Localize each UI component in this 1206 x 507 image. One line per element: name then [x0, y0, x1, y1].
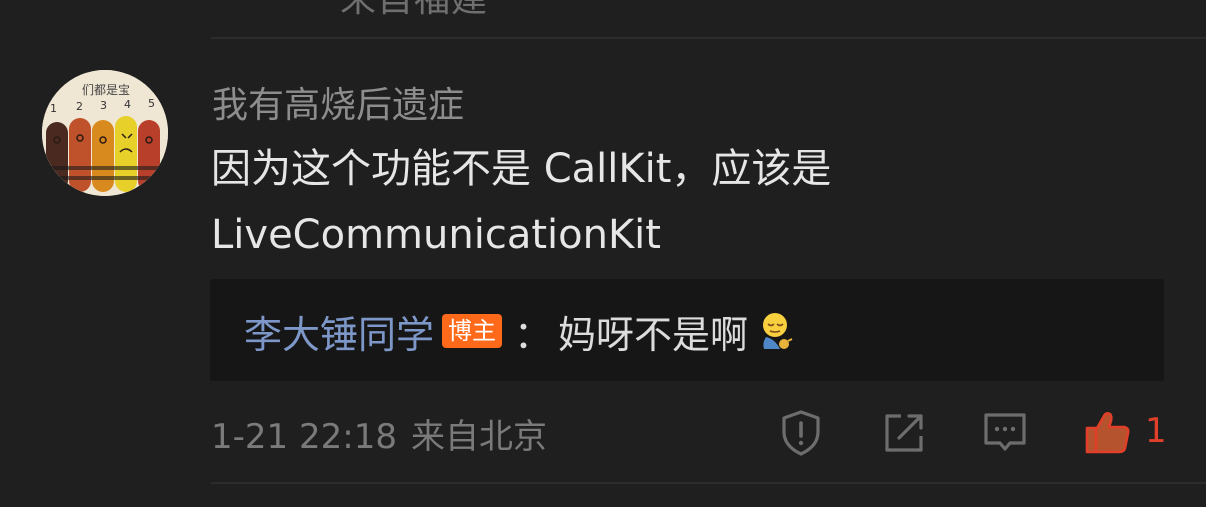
comment-thread: 来自福建 们都是宝 1 2 3 4 5 [0, 0, 1206, 507]
avatar-number: 1 [50, 102, 57, 115]
avatar-number: 3 [100, 99, 107, 112]
thumbs-up-icon[interactable] [1082, 406, 1134, 458]
reply-author[interactable]: 李大锤同学 [244, 304, 434, 359]
avatar-number: 2 [76, 100, 83, 113]
comment-icon[interactable] [984, 0, 1030, 6]
divider-top [211, 37, 1206, 39]
comment-meta: 1-21 22:18 来自北京 [211, 409, 547, 458]
avatar-number: 5 [148, 97, 155, 110]
username[interactable]: 我有高烧后遗症 [212, 76, 464, 128]
reply-preview[interactable]: 李大锤同学 博主 ： 妈呀不是啊 [210, 279, 1164, 381]
comment-icon[interactable] [979, 406, 1031, 458]
comment-location: 来自北京 [410, 417, 547, 457]
thumbs-up-icon[interactable] [1084, 0, 1130, 6]
share-icon[interactable] [880, 0, 926, 6]
previous-comment-source: 来自福建 [340, 0, 488, 22]
reply-text: 妈呀不是啊 [558, 312, 749, 357]
divider-bottom [211, 482, 1206, 484]
report-shield-icon[interactable] [775, 406, 827, 458]
comment-text: 因为这个功能不是 CallKit，应该是 LiveCommunicationKi… [211, 136, 1131, 268]
avatar-number: 4 [124, 98, 131, 111]
avatar-image: 们都是宝 1 2 3 4 5 [42, 70, 168, 196]
facepalm-emoji [763, 313, 793, 349]
avatar-caption: 们都是宝 [82, 82, 130, 97]
reply-colon: ： [514, 312, 553, 357]
comment-text-line: LiveCommunicationKit [211, 212, 661, 258]
comment-text-line: 因为这个功能不是 CallKit，应该是 [211, 146, 832, 192]
comment-time: 1-21 22:18 [211, 417, 397, 457]
share-icon[interactable] [877, 406, 929, 458]
author-badge: 博主 [442, 314, 503, 348]
previous-comment-footer: 来自福建 [0, 0, 1206, 30]
avatar[interactable]: 们都是宝 1 2 3 4 5 [42, 70, 168, 196]
like-count: 1 [1145, 411, 1167, 451]
reply-line: 李大锤同学 博主 ： 妈呀不是啊 [244, 303, 796, 359]
report-shield-icon[interactable] [778, 0, 824, 6]
